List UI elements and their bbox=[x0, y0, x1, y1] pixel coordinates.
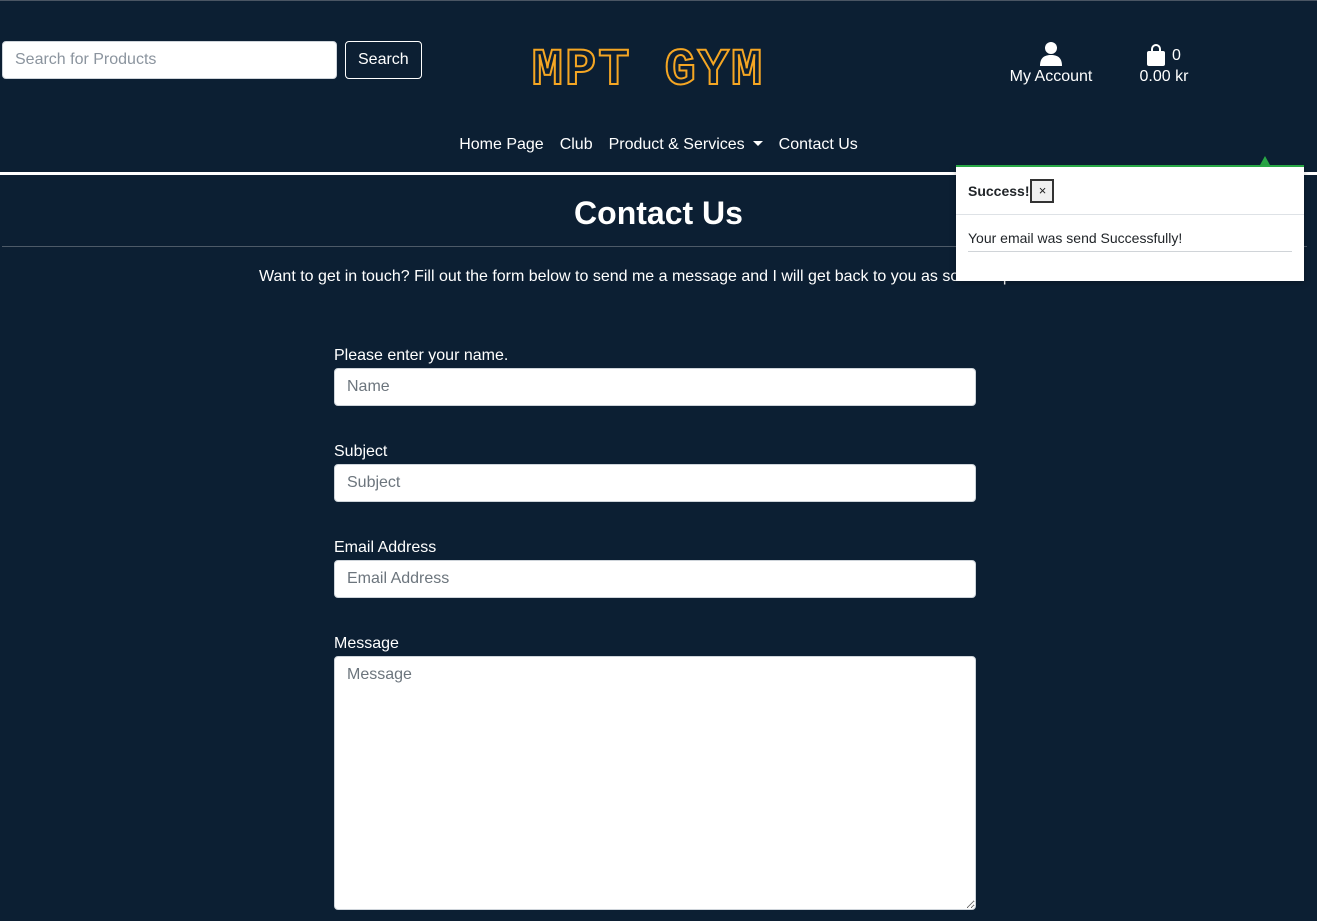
search-input[interactable] bbox=[2, 41, 337, 79]
message-label: Message bbox=[334, 635, 399, 652]
nav-item-contact[interactable]: Contact Us bbox=[771, 135, 866, 155]
shopping-bag-icon bbox=[1147, 44, 1166, 66]
toast-message: Your email was send Successfully! bbox=[968, 229, 1292, 252]
main-nav: Home Page Club Product & Services Contac… bbox=[0, 135, 1317, 155]
my-account-link[interactable]: My Account bbox=[1004, 42, 1098, 86]
cart-count: 0 bbox=[1172, 47, 1181, 64]
contact-form: Please enter your name. Subject Email Ad… bbox=[334, 346, 976, 921]
success-toast: Success! × Your email was send Successfu… bbox=[956, 165, 1304, 281]
nav-item-products-services[interactable]: Product & Services bbox=[601, 135, 771, 155]
cart-total: 0.00 kr bbox=[1139, 68, 1189, 85]
chevron-down-icon bbox=[752, 141, 763, 146]
search-button[interactable]: Search bbox=[345, 41, 422, 79]
nav-item-club[interactable]: Club bbox=[552, 135, 601, 155]
email-group: Email Address bbox=[334, 538, 976, 598]
search-bar: Search bbox=[2, 41, 422, 79]
name-field[interactable] bbox=[334, 368, 976, 406]
subject-field[interactable] bbox=[334, 464, 976, 502]
subject-label: Subject bbox=[334, 443, 388, 460]
toast-title: Success! bbox=[968, 182, 1030, 199]
name-group: Please enter your name. bbox=[334, 346, 976, 406]
email-label: Email Address bbox=[334, 539, 437, 556]
nav-item-home[interactable]: Home Page bbox=[451, 135, 552, 155]
email-field[interactable] bbox=[334, 560, 976, 598]
message-field[interactable] bbox=[334, 656, 976, 910]
message-group: Message bbox=[334, 634, 976, 910]
my-account-label: My Account bbox=[1009, 68, 1093, 85]
top-border bbox=[0, 0, 1317, 1]
subject-group: Subject bbox=[334, 442, 976, 502]
toast-close-button[interactable]: × bbox=[1030, 178, 1055, 203]
cart-link[interactable]: 0 0.00 kr bbox=[1134, 42, 1194, 86]
toast-arrow bbox=[1260, 156, 1270, 165]
name-label: Please enter your name. bbox=[334, 347, 509, 364]
svg-text:MPT GYM: MPT GYM bbox=[532, 41, 764, 94]
logo[interactable]: MPT GYM bbox=[508, 40, 788, 94]
toast-header: Success! × bbox=[956, 167, 1304, 215]
toast-body: Your email was send Successfully! bbox=[956, 215, 1304, 252]
user-icon bbox=[1040, 42, 1062, 66]
